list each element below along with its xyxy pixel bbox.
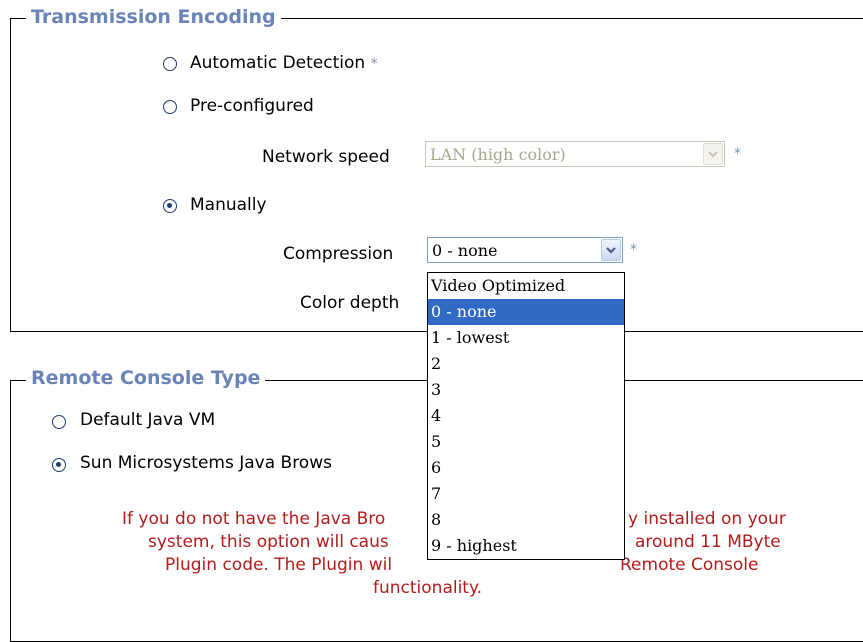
remote-console-legend: Remote Console Type xyxy=(26,367,266,389)
compression-option[interactable]: 5 xyxy=(428,429,624,455)
compression-select[interactable]: 0 - none xyxy=(427,237,623,263)
compression-option[interactable]: Video Optimized xyxy=(428,273,624,299)
manually-label: Manually xyxy=(190,195,267,215)
chevron-down-icon xyxy=(703,143,723,165)
compression-option[interactable]: 3 xyxy=(428,377,624,403)
compression-option[interactable]: 4 xyxy=(428,403,624,429)
default-java-vm-label: Default Java VM xyxy=(80,410,216,430)
required-asterisk: * xyxy=(630,242,637,258)
sun-java-radio[interactable] xyxy=(52,458,66,472)
java-plugin-warning-2b: around 11 MByte xyxy=(635,532,781,552)
compression-option[interactable]: 0 - none xyxy=(428,299,624,325)
sun-java-label: Sun Microsystems Java Brows xyxy=(80,453,332,473)
compression-option[interactable]: 2 xyxy=(428,351,624,377)
compression-option[interactable]: 8 xyxy=(428,507,624,533)
network-speed-label: Network speed xyxy=(262,147,390,167)
compression-dropdown-list: Video Optimized 0 - none 1 - lowest 2 3 4 5 6 7 8… xyxy=(427,272,625,560)
radio-selected-dot xyxy=(167,203,172,208)
network-speed-value: LAN (high color) xyxy=(430,145,566,164)
required-asterisk: * xyxy=(370,56,378,72)
compression-label: Compression xyxy=(283,244,394,264)
compression-option[interactable]: 9 - highest xyxy=(428,533,624,559)
chevron-down-icon[interactable] xyxy=(601,239,621,261)
java-plugin-warning-3b: Remote Console xyxy=(620,555,759,575)
compression-option[interactable]: 7 xyxy=(428,481,624,507)
color-depth-label: Color depth xyxy=(300,293,400,313)
pre-configured-label: Pre-configured xyxy=(190,96,314,116)
java-plugin-warning-1a: If you do not have the Java Bro xyxy=(122,509,386,529)
radio-selected-dot xyxy=(56,462,61,467)
java-plugin-warning-4: functionality. xyxy=(373,578,483,598)
compression-value: 0 - none xyxy=(432,241,498,260)
required-asterisk: * xyxy=(734,146,741,162)
automatic-detection-radio[interactable] xyxy=(163,57,177,71)
java-plugin-warning-1b: y installed on your xyxy=(628,509,786,529)
java-plugin-warning-2a: system, this option will caus xyxy=(148,532,389,552)
pre-configured-radio[interactable] xyxy=(163,100,177,114)
default-java-vm-radio[interactable] xyxy=(52,415,66,429)
compression-option[interactable]: 1 - lowest xyxy=(428,325,624,351)
java-plugin-warning-3a: Plugin code. The Plugin wil xyxy=(165,555,393,575)
manually-radio[interactable] xyxy=(163,199,177,213)
compression-option[interactable]: 6 xyxy=(428,455,624,481)
network-speed-select[interactable]: LAN (high color) xyxy=(425,141,725,167)
automatic-detection-label: Automatic Detection * xyxy=(190,53,378,73)
transmission-encoding-legend: Transmission Encoding xyxy=(26,6,281,28)
